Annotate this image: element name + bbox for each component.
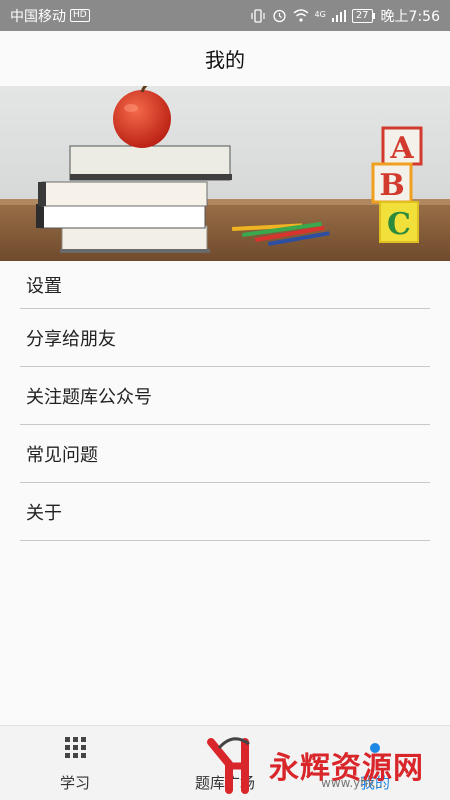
- network-type: 4G: [314, 9, 326, 19]
- bottom-tab-bar: 学习 题库广场 我的: [0, 725, 450, 800]
- tab-study-label: 学习: [59, 774, 90, 792]
- settings-menu: 设置 分享给朋友 关注题库公众号 常见问题 关于: [20, 261, 430, 541]
- menu-item-share[interactable]: 分享给朋友: [20, 309, 430, 367]
- page-title: 我的: [205, 48, 245, 72]
- menu-item-settings[interactable]: 设置: [20, 261, 430, 309]
- status-bar: 中国移动 HD 4G 27 晚上7:56: [0, 0, 450, 31]
- grid-icon: [64, 736, 86, 758]
- tab-mine[interactable]: 我的: [300, 726, 450, 800]
- dot-icon: [370, 743, 380, 753]
- battery-indicator: 27: [351, 8, 375, 23]
- battery-level: 27: [351, 8, 373, 23]
- title-bar: 我的: [0, 31, 450, 86]
- menu-item-faq[interactable]: 常见问题: [20, 425, 430, 483]
- clock: 晚上7:56: [380, 8, 440, 25]
- wifi-icon: [293, 9, 308, 22]
- carrier-info: 中国移动 HD: [10, 6, 90, 26]
- svg-text:C: C: [387, 207, 411, 242]
- tab-question-square[interactable]: 题库广场: [150, 726, 300, 800]
- status-icons: 4G 27 晚上7:56: [250, 6, 440, 26]
- alarm-icon: [272, 9, 286, 23]
- vibrate-icon: [250, 8, 265, 23]
- hd-badge: HD: [70, 9, 90, 22]
- tab-mine-label: 我的: [359, 774, 390, 792]
- svg-text:B: B: [379, 168, 404, 203]
- signal-icon: [331, 9, 346, 22]
- tab-question-square-label: 题库广场: [194, 774, 255, 792]
- carrier-name: 中国移动: [10, 8, 66, 25]
- menu-item-about[interactable]: 关于: [20, 483, 430, 541]
- svg-text:A: A: [389, 131, 414, 166]
- menu-item-follow-account[interactable]: 关注题库公众号: [20, 367, 430, 425]
- banner-image: A B C: [0, 86, 450, 261]
- tab-study[interactable]: 学习: [0, 726, 150, 800]
